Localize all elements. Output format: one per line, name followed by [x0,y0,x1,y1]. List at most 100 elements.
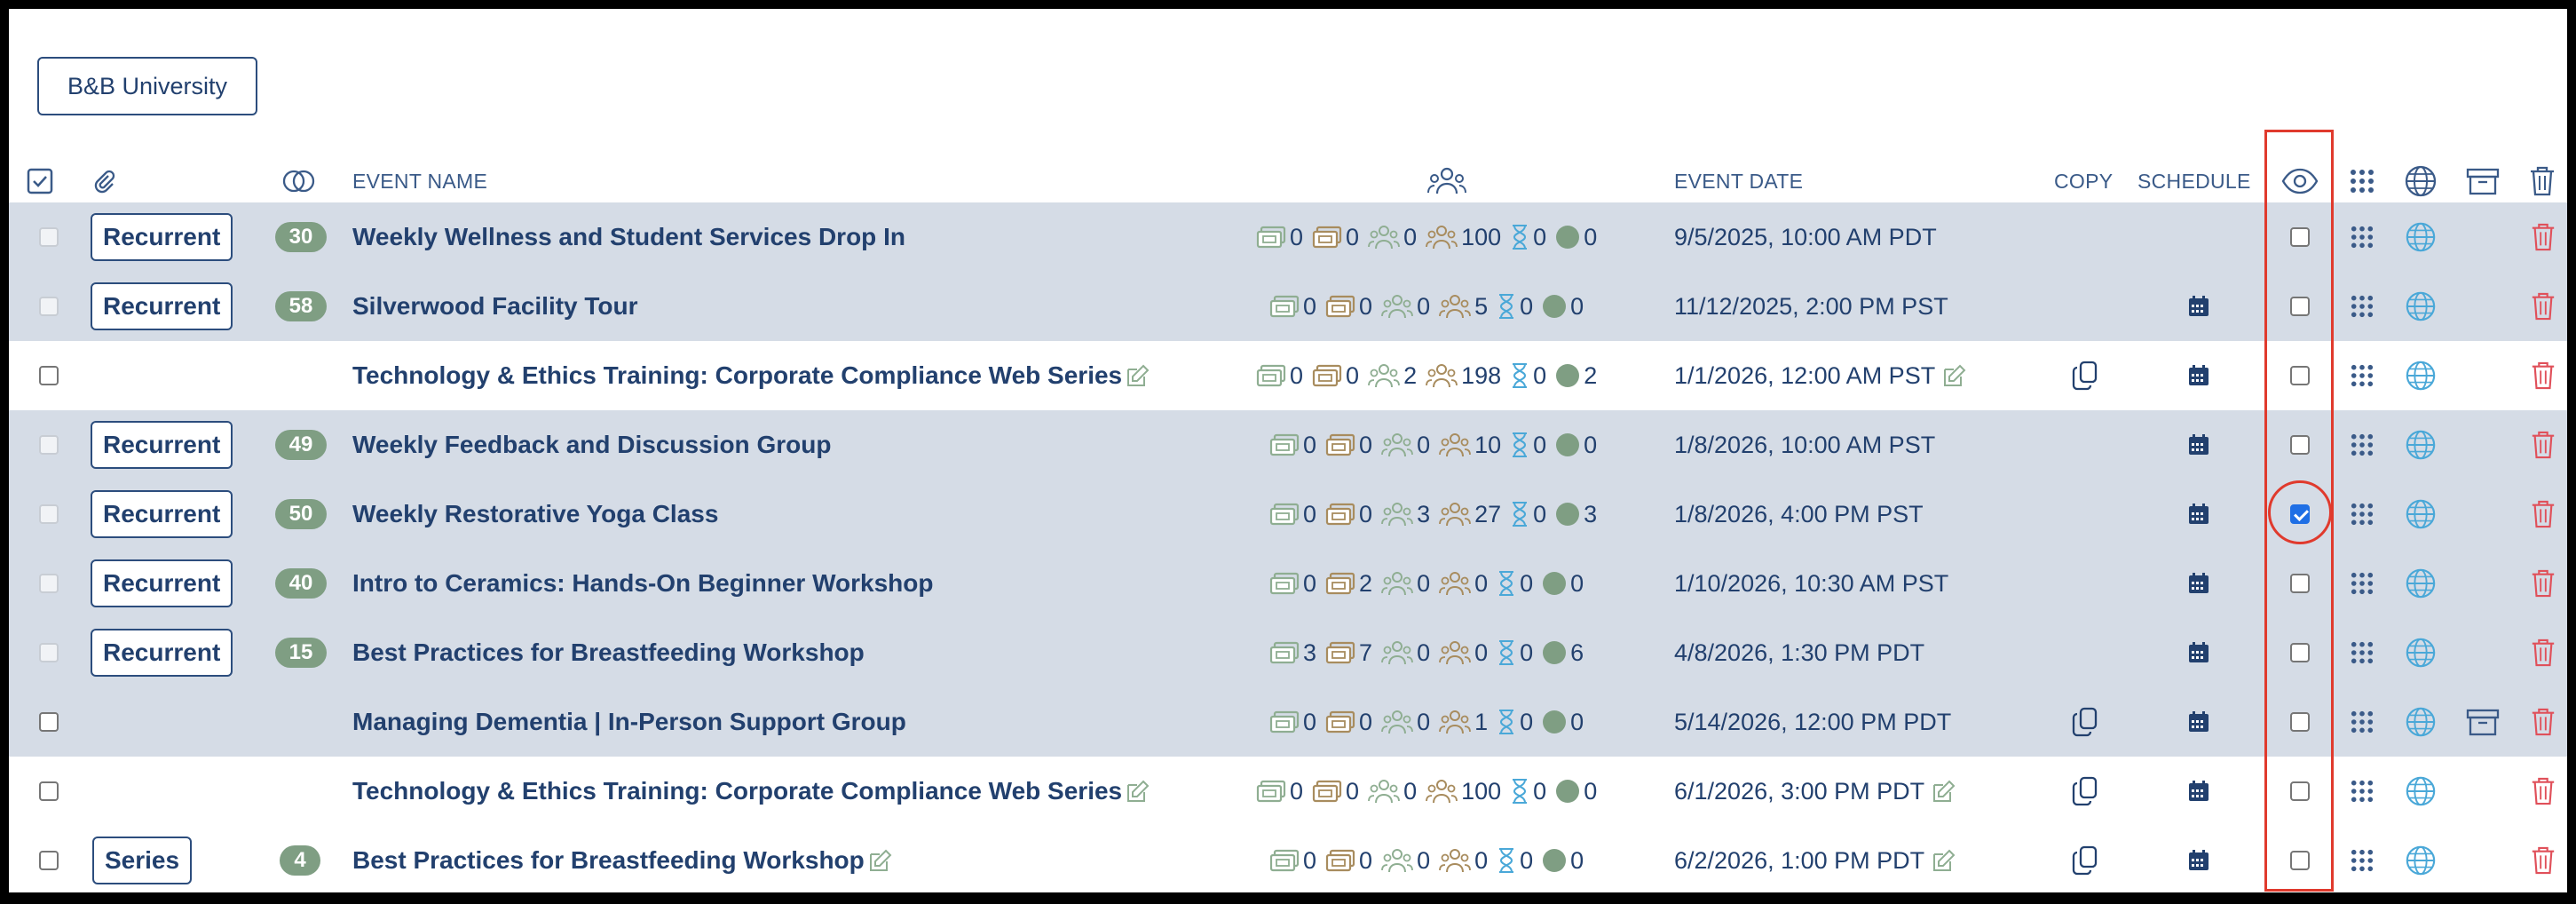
trash-icon[interactable] [2530,757,2556,826]
globe-icon[interactable] [2405,272,2437,341]
row-select-checkbox[interactable] [39,227,59,247]
globe-icon[interactable] [2405,687,2437,757]
visibility-checkbox[interactable] [2290,366,2310,385]
ticket-icon [1269,641,1300,664]
copy-icon[interactable] [2072,687,2098,757]
occurrence-count-badge: 58 [275,291,327,321]
grid-dots-icon[interactable] [2351,202,2374,272]
trash-icon[interactable] [2530,272,2556,341]
waitlist-icon [1510,778,1529,805]
event-name-link[interactable]: Weekly Restorative Yoga Class [352,500,718,528]
calendar-icon[interactable] [2187,410,2210,480]
pencil-edit-icon[interactable] [1942,363,1967,388]
attendees-icon [1368,778,1400,805]
grid-dots-icon[interactable] [2351,272,2374,341]
series-badge[interactable]: Series [92,837,193,884]
grid-dots-icon[interactable] [2351,410,2374,480]
globe-icon[interactable] [2405,410,2437,480]
copy-icon[interactable] [2072,826,2098,892]
trash-icon[interactable] [2530,618,2556,687]
organization-button[interactable]: B&B University [37,57,257,115]
event-name-link[interactable]: Weekly Wellness and Student Services Dro… [352,223,905,251]
calendar-icon[interactable] [2187,480,2210,549]
row-select-checkbox[interactable] [39,435,59,455]
event-name-link[interactable]: Intro to Ceramics: Hands-On Beginner Wor… [352,569,933,598]
row-select-checkbox[interactable] [39,574,59,593]
globe-icon[interactable] [2405,826,2437,892]
trash-icon[interactable] [2530,480,2556,549]
visibility-checkbox[interactable] [2290,643,2310,662]
event-date: 1/1/2026, 12:00 AM PST [1674,361,1936,389]
event-name-link[interactable]: Best Practices for Breastfeeding Worksho… [352,638,865,667]
visibility-checkbox[interactable] [2290,504,2310,524]
globe-icon[interactable] [2405,618,2437,687]
row-select-checkbox[interactable] [39,851,59,870]
visibility-checkbox[interactable] [2290,297,2310,316]
trash-icon[interactable] [2530,341,2556,410]
globe-icon[interactable] [2405,549,2437,618]
event-name-link[interactable]: Technology & Ethics Training: Corporate … [352,361,1122,390]
pencil-edit-icon[interactable] [1932,848,1956,873]
stat-value: 0 [1359,846,1373,874]
globe-icon[interactable] [2405,202,2437,272]
grid-dots-icon[interactable] [2351,618,2374,687]
tag-cell: Recurrent [91,410,233,480]
calendar-icon[interactable] [2187,618,2210,687]
row-select-checkbox[interactable] [39,366,59,385]
event-name-link[interactable]: Silverwood Facility Tour [352,292,638,321]
purchased-tickets-icon [1325,433,1355,456]
grid-dots-icon[interactable] [2351,341,2374,410]
grid-dots-icon[interactable] [2351,826,2374,892]
row-select-checkbox[interactable] [39,504,59,524]
row-select-checkbox[interactable] [39,297,59,316]
attendance-stats: 0 2 0 0 0 0 [1269,549,1589,618]
hourglass-icon [1513,432,1528,457]
calendar-icon[interactable] [2187,272,2210,341]
recurrent-badge[interactable]: Recurrent [91,490,233,538]
recurrent-badge[interactable]: Recurrent [91,559,233,607]
trash-icon[interactable] [2530,687,2556,757]
event-name-link[interactable]: Weekly Feedback and Discussion Group [352,431,831,459]
row-select-checkbox[interactable] [39,643,59,662]
archive-box-icon[interactable] [2466,687,2500,757]
visibility-checkbox[interactable] [2290,574,2310,593]
trash-icon[interactable] [2530,826,2556,892]
recurrent-badge[interactable]: Recurrent [91,421,233,469]
grid-dots-icon[interactable] [2351,480,2374,549]
calendar-icon[interactable] [2187,549,2210,618]
pencil-edit-icon[interactable] [1126,779,1150,804]
copy-icon[interactable] [2072,341,2098,410]
event-name-link[interactable]: Best Practices for Breastfeeding Worksho… [352,846,865,875]
trash-icon[interactable] [2530,410,2556,480]
calendar-icon[interactable] [2187,687,2210,757]
recurrent-badge[interactable]: Recurrent [91,282,233,330]
recurrent-badge[interactable]: Recurrent [91,213,233,261]
globe-icon[interactable] [2405,480,2437,549]
recurrent-badge[interactable]: Recurrent [91,629,233,677]
visibility-checkbox[interactable] [2290,781,2310,801]
grid-dots-icon[interactable] [2351,757,2374,826]
row-select-checkbox[interactable] [39,781,59,801]
calendar-icon[interactable] [2187,341,2210,410]
visibility-checkbox[interactable] [2290,712,2310,732]
trash-icon[interactable] [2530,202,2556,272]
grid-dots-icon[interactable] [2351,549,2374,618]
grid-dots-icon[interactable] [2351,687,2374,757]
visibility-checkbox[interactable] [2290,435,2310,455]
event-name-link[interactable]: Technology & Ethics Training: Corporate … [352,777,1122,805]
pencil-edit-icon[interactable] [1126,363,1150,388]
attendance-stats: 0 0 0 100 0 0 [1256,757,1602,826]
pencil-edit-icon[interactable] [1932,779,1956,804]
calendar-icon[interactable] [2187,757,2210,826]
pencil-edit-icon[interactable] [868,848,893,873]
attendees-icon [1381,501,1413,527]
calendar-icon[interactable] [2187,826,2210,892]
copy-icon[interactable] [2072,757,2098,826]
globe-icon[interactable] [2405,757,2437,826]
trash-icon[interactable] [2530,549,2556,618]
row-select-checkbox[interactable] [39,712,59,732]
visibility-checkbox[interactable] [2290,851,2310,870]
visibility-checkbox[interactable] [2290,227,2310,247]
globe-icon[interactable] [2405,341,2437,410]
event-name-link[interactable]: Managing Dementia | In-Person Support Gr… [352,708,906,736]
